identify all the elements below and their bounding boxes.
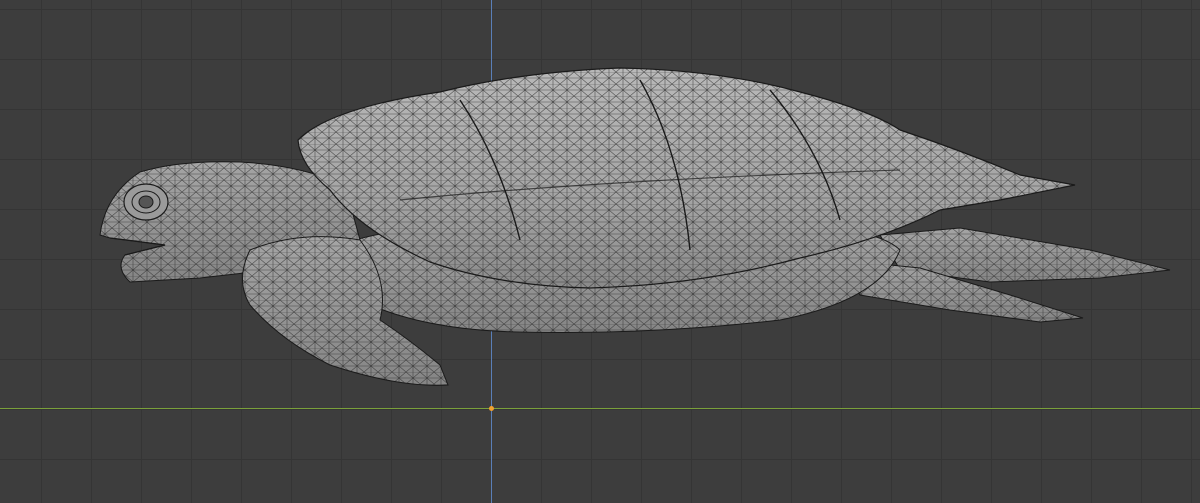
3d-viewport[interactable] [0, 0, 1200, 503]
turtle-eye [123, 183, 169, 221]
sea-turtle-mesh[interactable] [0, 0, 1200, 503]
origin-point [489, 406, 494, 411]
